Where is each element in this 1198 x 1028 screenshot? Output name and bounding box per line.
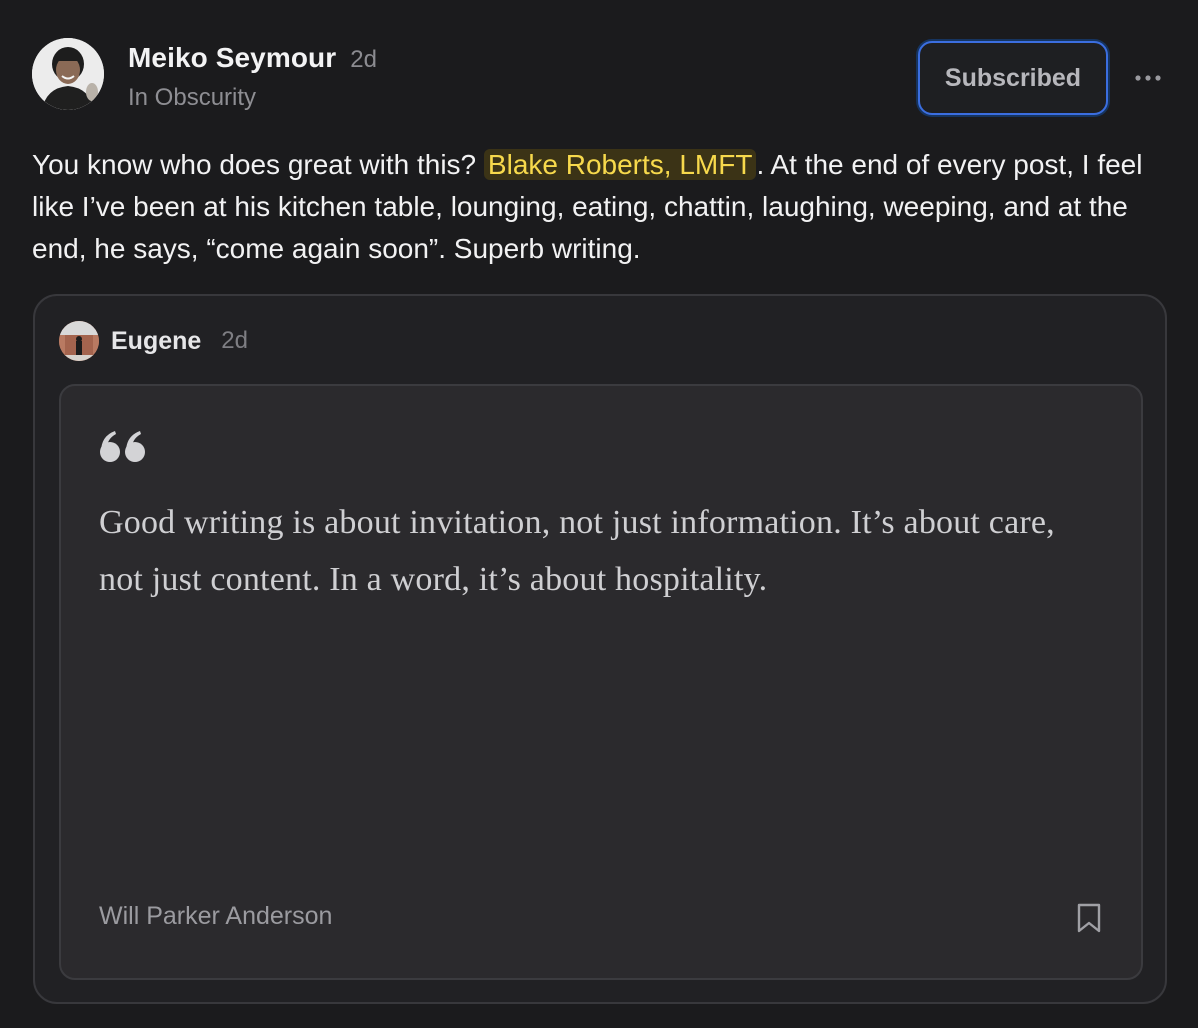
post-header: Meiko Seymour 2d In Obscurity Subscribed [32, 38, 1166, 118]
post-body: You know who does great with this? Blake… [32, 144, 1152, 270]
more-options-button[interactable] [1130, 60, 1166, 96]
quoted-note-card[interactable]: Eugene 2d Good writing is about invitati… [33, 294, 1167, 1004]
quote-attribution: Will Parker Anderson [99, 902, 333, 930]
post-timestamp: 2d [350, 46, 377, 73]
quote-mark-icon [99, 430, 147, 469]
quoted-note-timestamp: 2d [221, 327, 248, 354]
quote-box: Good writing is about invitation, not ju… [59, 384, 1143, 980]
author-avatar[interactable] [32, 38, 104, 110]
author-line: Meiko Seymour 2d [128, 42, 377, 74]
author-name[interactable]: Meiko Seymour [128, 42, 336, 73]
quoted-author-name[interactable]: Eugene [111, 327, 201, 356]
publication-name[interactable]: In Obscurity [128, 84, 256, 112]
quote-text: Good writing is about invitation, not ju… [99, 504, 1055, 598]
post-body-start: You know who does great with this? [32, 149, 484, 180]
bookmark-icon [1076, 902, 1102, 939]
quoted-author-avatar[interactable] [59, 321, 99, 361]
more-horizontal-icon [1134, 69, 1162, 87]
bookmark-button[interactable] [1069, 900, 1109, 940]
mention-link[interactable]: Blake Roberts, LMFT [483, 149, 757, 180]
quoted-note-header: Eugene 2d [59, 320, 248, 362]
subscribed-button[interactable]: Subscribed [918, 41, 1108, 115]
